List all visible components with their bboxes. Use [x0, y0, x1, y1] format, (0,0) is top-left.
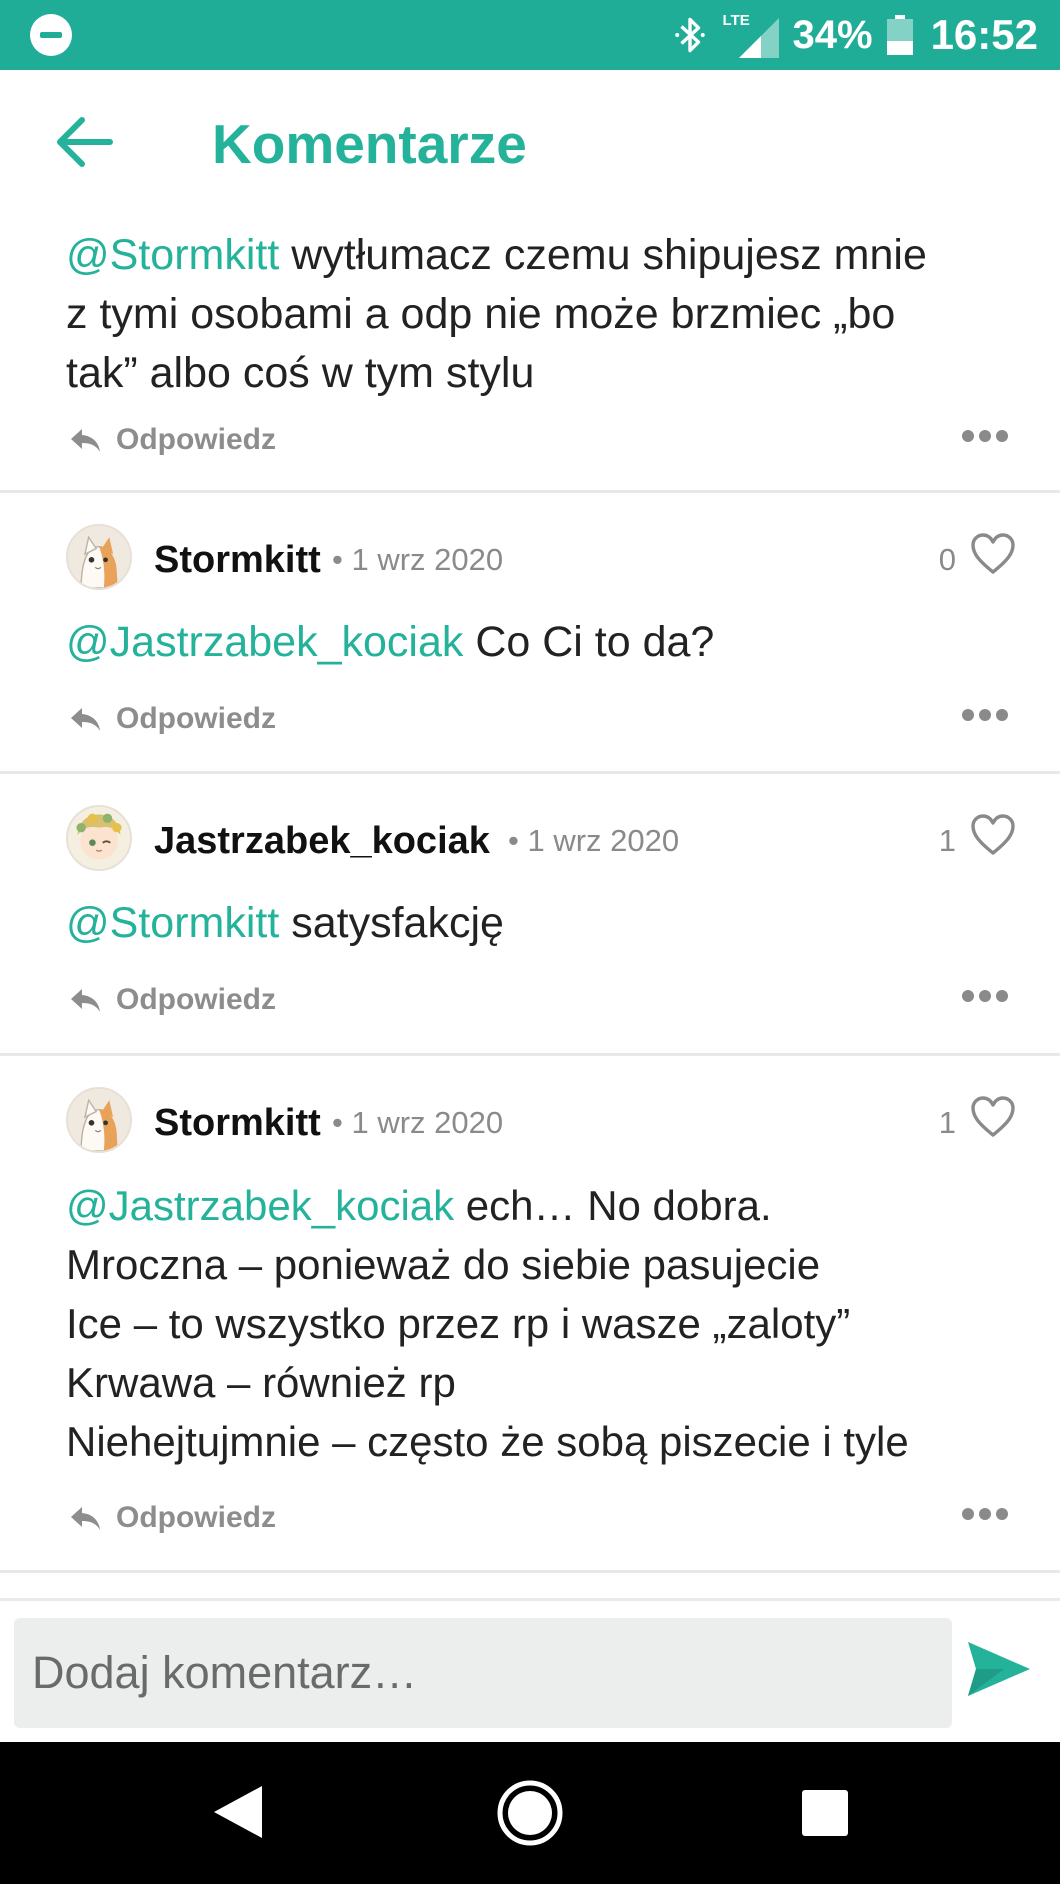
nav-back-icon[interactable]: [210, 1782, 266, 1842]
like-count: 1: [938, 1105, 956, 1140]
status-bar: LTE 34% 16:52: [0, 0, 1060, 70]
reply-label: Odpowiedz: [116, 983, 276, 1016]
more-icon[interactable]: [962, 430, 1008, 444]
comment-list: @Stormkitt wytłumacz czemu shipujesz mni…: [0, 216, 1060, 1573]
comment-date: • 1 wrz 2020: [508, 823, 680, 858]
minus-circle-icon: [30, 14, 72, 56]
more-icon[interactable]: [962, 990, 1008, 1004]
reply-icon: [71, 429, 100, 452]
avatar[interactable]: [66, 1087, 132, 1153]
comment-meta: Jastrzabek_kociak • 1 wrz 2020 1: [66, 805, 1016, 871]
username[interactable]: Stormkitt: [154, 539, 321, 582]
reply-button[interactable]: Odpowiedz: [68, 980, 276, 1020]
comment-meta: Stormkitt • 1 wrz 2020 0: [66, 524, 1016, 590]
app-header: Komentarze: [0, 70, 1060, 216]
comment-text: satysfakcję: [279, 899, 504, 947]
comment-body: @Stormkitt wytłumacz czemu shipujesz mni…: [66, 226, 1026, 403]
avatar-cat-icon: [68, 1089, 130, 1151]
mention-link[interactable]: @Stormkitt: [66, 231, 279, 279]
comment-item: Jastrzabek_kociak • 1 wrz 2020 1 @Stormk…: [0, 774, 1060, 1056]
username[interactable]: Stormkitt: [154, 1102, 321, 1145]
comment-text: Co Ci to da?: [463, 618, 715, 666]
reply-label: Odpowiedz: [116, 1501, 276, 1534]
username[interactable]: Jastrzabek_kociak: [154, 820, 490, 863]
reply-button[interactable]: Odpowiedz: [68, 420, 276, 460]
mention-link[interactable]: @Jastrzabek_kociak: [66, 1182, 454, 1229]
like-count: 0: [938, 542, 956, 577]
avatar-cat-icon: [68, 526, 130, 588]
reply-button[interactable]: Odpowiedz: [68, 1498, 276, 1538]
clock: 16:52: [930, 11, 1038, 58]
back-arrow-icon[interactable]: [52, 114, 114, 170]
like-count: 1: [938, 823, 956, 858]
avatar-chibi-icon: [68, 807, 130, 869]
reply-label: Odpowiedz: [116, 702, 276, 735]
comment-body: @Jastrzabek_kociak Co Ci to da?: [66, 613, 1026, 672]
heart-icon[interactable]: [970, 1095, 1016, 1139]
send-icon[interactable]: [966, 1638, 1032, 1700]
avatar[interactable]: [66, 805, 132, 871]
comment-item: Stormkitt • 1 wrz 2020 1 @Jastrzabek_koc…: [0, 1056, 1060, 1573]
bluetooth-icon: [674, 17, 705, 53]
nav-home-icon[interactable]: [497, 1780, 563, 1846]
signal-icon: LTE: [721, 12, 779, 58]
comment-body: @Stormkitt satysfakcję: [66, 894, 1026, 953]
reply-button[interactable]: Odpowiedz: [68, 699, 276, 739]
more-icon[interactable]: [962, 709, 1008, 723]
heart-icon[interactable]: [970, 813, 1016, 857]
comment-meta: Stormkitt • 1 wrz 2020 1: [66, 1087, 1016, 1153]
status-indicators: LTE 34% 16:52: [673, 0, 1038, 70]
heart-icon[interactable]: [970, 532, 1016, 576]
mention-link[interactable]: @Jastrzabek_kociak: [66, 618, 463, 666]
reply-icon: [71, 989, 100, 1012]
comment-date: • 1 wrz 2020: [332, 1105, 504, 1140]
battery-percent: 34%: [792, 12, 873, 57]
comment-date: • 1 wrz 2020: [332, 542, 504, 577]
system-nav-bar: [0, 1742, 1060, 1884]
comment-input[interactable]: [14, 1618, 952, 1728]
avatar[interactable]: [66, 524, 132, 590]
more-icon[interactable]: [962, 1508, 1008, 1522]
comment-composer: [0, 1598, 1060, 1742]
comment-item: @Stormkitt wytłumacz czemu shipujesz mni…: [0, 216, 1060, 493]
mention-link[interactable]: @Stormkitt: [66, 899, 279, 947]
page-title: Komentarze: [212, 113, 527, 175]
reply-icon: [71, 1507, 100, 1530]
nav-recent-icon[interactable]: [802, 1790, 848, 1836]
comment-item: Stormkitt • 1 wrz 2020 0 @Jastrzabek_koc…: [0, 493, 1060, 774]
reply-icon: [71, 708, 100, 731]
comment-body: @Jastrzabek_kociak ech… No dobra. Mroczn…: [66, 1176, 1026, 1471]
reply-label: Odpowiedz: [116, 423, 276, 456]
battery-icon: [886, 15, 913, 55]
